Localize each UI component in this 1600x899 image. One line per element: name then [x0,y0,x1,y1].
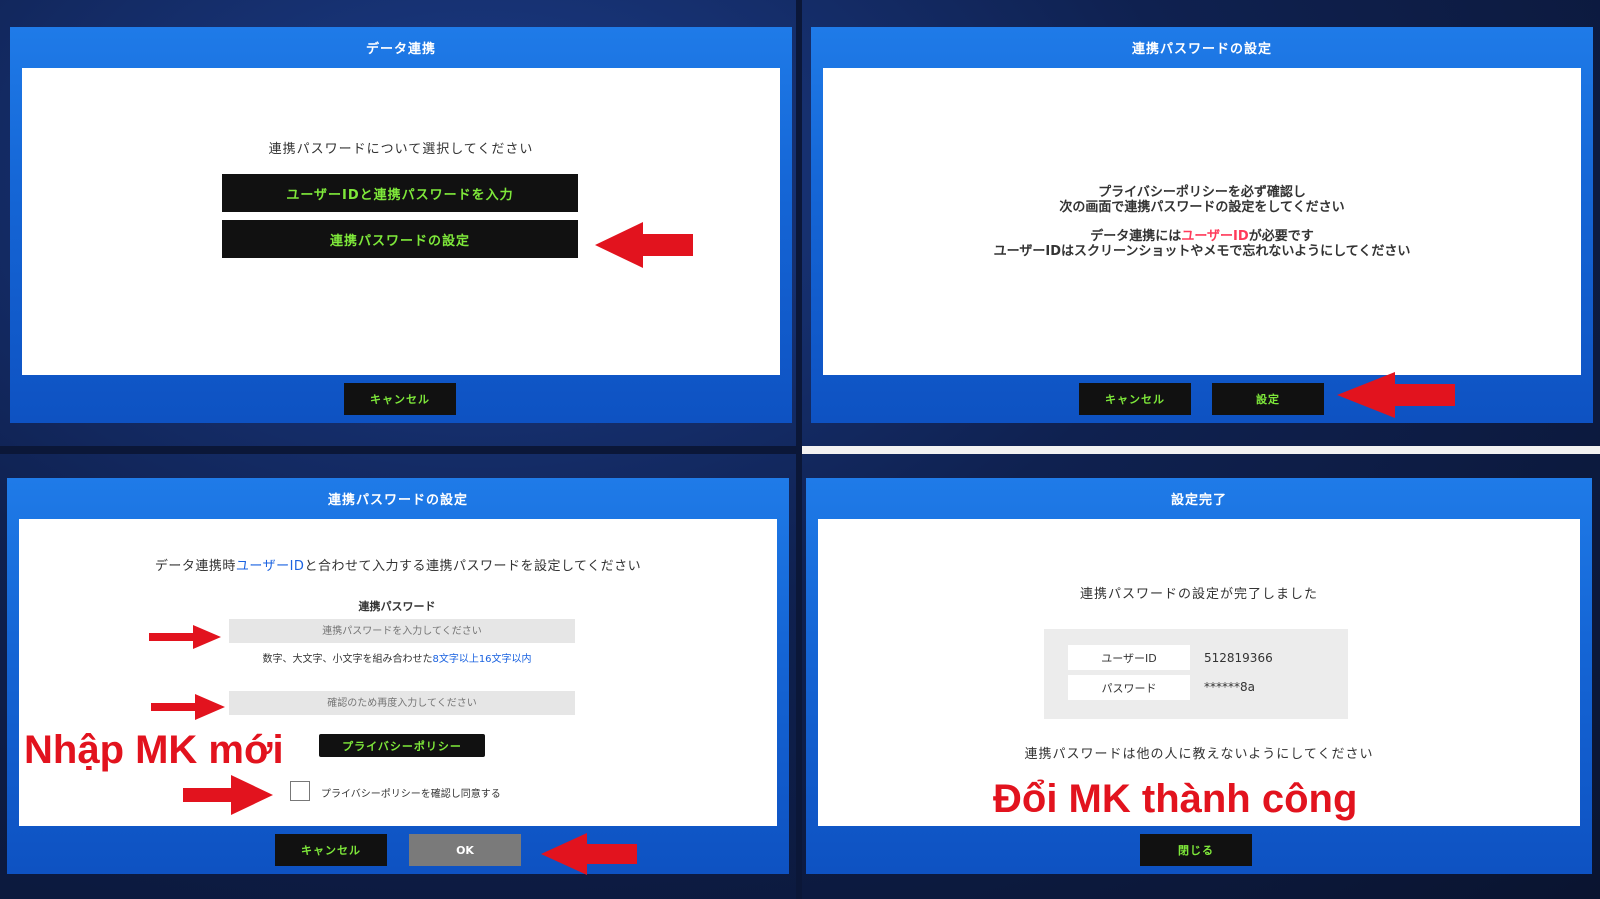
privacy-policy-button[interactable]: プライバシーポリシー [319,734,485,757]
close-button[interactable]: 閉じる [1140,834,1252,866]
highlight-user-id: ユーザーID [235,559,305,574]
complete-message: 連携パスワードの設定が完了しました [1079,587,1318,602]
dialog-content: プライバシーポリシーを必ず確認し 次の画面で連携パスワードの設定をしてください … [823,68,1581,375]
dialog-title: データ連携 [365,42,436,57]
cancel-button[interactable]: キャンセル [275,834,387,866]
dialog-content: データ連携時ユーザーIDと合わせて入力する連携パスワードを設定してください 連携… [19,519,777,826]
dialog-title: 連携パスワードの設定 [1131,42,1272,57]
annotation-new-password: Nhập MK mới [24,728,284,772]
confirm-password-input[interactable] [229,691,575,715]
credentials-box: ユーザーID 512819366 パスワード ******8a [1044,629,1348,719]
enter-userid-password-button[interactable]: ユーザーIDと連携パスワードを入力 [222,174,578,212]
instruction-line: プライバシーポリシーを必ず確認し [1098,185,1306,200]
agree-label: プライバシーポリシーを確認し同意する [321,789,501,800]
warning-text: 連携パスワードは他の人に教えないようにしてください [1024,747,1374,762]
dialog-title: 連携パスワードの設定 [327,493,468,508]
prompt-text: 連携パスワードについて選択してください [268,142,534,157]
password-input-dialog: 連携パスワードの設定 データ連携時ユーザーIDと合わせて入力する連携パスワードを… [7,478,789,874]
red-arrow-icon [595,222,693,268]
instruction-line: 次の画面で連携パスワードの設定をしてください [1059,200,1345,215]
instruction-line: ユーザーIDはスクリーンショットやメモで忘れないようにしてください [993,244,1411,259]
instruction-text: プライバシーポリシーを必ず確認し 次の画面で連携パスワードの設定をしてください … [823,185,1581,259]
hint-highlight: 8文字以上16文字以内 [432,654,532,665]
password-hint: 数字、大文字、小文字を組み合わせた8文字以上16文字以内 [262,654,532,665]
field-label: 連携パスワード [358,600,436,613]
cancel-button[interactable]: キャンセル [344,383,456,415]
cancel-button[interactable]: キャンセル [1079,383,1191,415]
red-arrow-icon [541,833,637,875]
instruction-line: データ連携にはユーザーIDが必要です [1090,229,1314,244]
password-label: パスワード [1068,675,1190,700]
red-arrow-icon [183,775,273,815]
password-input[interactable] [229,619,575,643]
link-password-setup-dialog: 連携パスワードの設定 プライバシーポリシーを必ず確認し 次の画面で連携パスワード… [811,27,1593,423]
user-id-label: ユーザーID [1068,645,1190,670]
agree-checkbox[interactable] [290,781,310,801]
background-strip [802,446,1600,454]
red-arrow-icon [1337,372,1455,418]
red-arrow-icon [151,694,225,720]
set-link-password-button[interactable]: 連携パスワードの設定 [222,220,578,258]
red-arrow-icon [149,625,221,649]
intro-text: データ連携時ユーザーIDと合わせて入力する連携パスワードを設定してください [154,559,642,574]
annotation-success: Đổi MK thành công [993,777,1358,821]
dialog-title: 設定完了 [1170,493,1227,508]
ok-button[interactable]: OK [409,834,521,866]
highlight-user-id: ユーザーID [1181,229,1249,244]
set-button[interactable]: 設定 [1212,383,1324,415]
user-id-value: 512819366 [1204,651,1273,665]
password-value: ******8a [1204,680,1255,694]
